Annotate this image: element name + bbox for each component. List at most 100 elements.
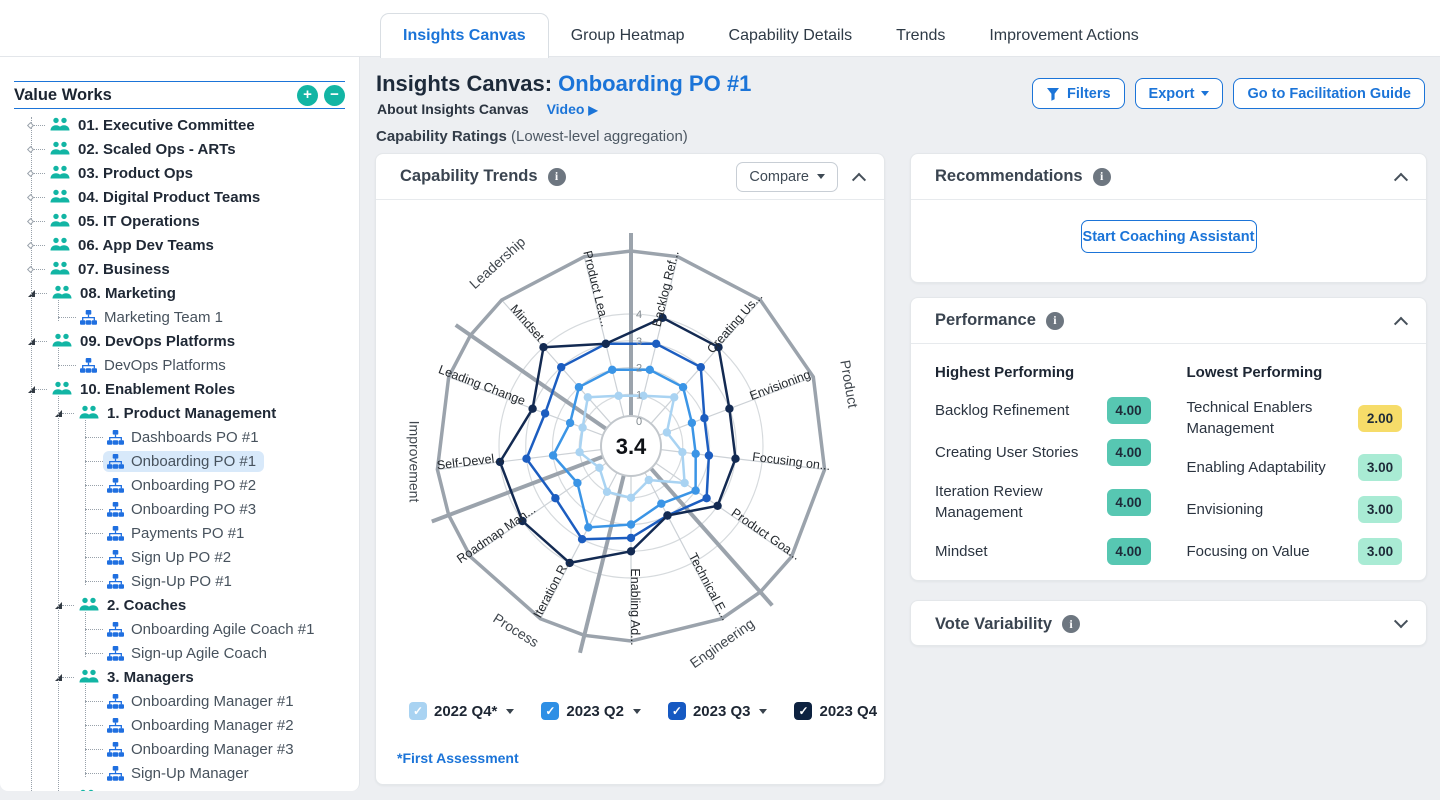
radar-data-point[interactable]: [566, 419, 574, 427]
checkbox-checked-icon[interactable]: ✓: [794, 702, 812, 720]
expanded-marker-icon[interactable]: [55, 602, 62, 609]
tree-item[interactable]: Sign-up Agile Coach: [85, 641, 359, 665]
filters-button[interactable]: Filters: [1032, 78, 1125, 109]
compare-button[interactable]: Compare: [736, 162, 838, 192]
radar-data-point[interactable]: [584, 393, 592, 401]
tab-group-heatmap[interactable]: Group Heatmap: [549, 13, 707, 58]
radar-data-point[interactable]: [557, 363, 565, 371]
radar-data-point[interactable]: [705, 451, 713, 459]
tree-item[interactable]: Onboarding PO #2: [85, 473, 359, 497]
tree-item[interactable]: Payments PO #1: [85, 521, 359, 545]
tree-item-selected[interactable]: Onboarding PO #1: [85, 449, 359, 473]
tree-item[interactable]: 07. Business: [31, 257, 359, 281]
radar-data-point[interactable]: [700, 414, 708, 422]
legend-item-2023-q2[interactable]: ✓2023 Q2: [541, 702, 641, 720]
video-link[interactable]: Video ▶: [547, 101, 598, 117]
tab-trends[interactable]: Trends: [874, 13, 967, 58]
info-icon[interactable]: i: [1046, 312, 1064, 330]
tree-item[interactable]: 2. Coaches: [58, 593, 359, 617]
tree-item[interactable]: 04. Digital Product Teams: [31, 185, 359, 209]
legend-item-2022-q4-[interactable]: ✓2022 Q4*: [409, 702, 514, 720]
info-icon[interactable]: i: [548, 168, 566, 186]
collapsed-marker-icon[interactable]: [27, 241, 34, 248]
collapsed-marker-icon[interactable]: [27, 145, 34, 152]
radar-data-point[interactable]: [731, 455, 739, 463]
tree-item[interactable]: Onboarding Manager #2: [85, 713, 359, 737]
collapse-chevron-icon[interactable]: [852, 172, 866, 186]
radar-data-point[interactable]: [575, 383, 583, 391]
info-icon[interactable]: i: [1093, 168, 1111, 186]
chevron-down-icon[interactable]: [759, 709, 767, 714]
tree-item[interactable]: 1. Product Management: [58, 401, 359, 425]
expanded-marker-icon[interactable]: [28, 290, 35, 297]
collapsed-marker-icon[interactable]: [27, 193, 34, 200]
radar-data-point[interactable]: [645, 476, 653, 484]
tree-item[interactable]: Onboarding Manager #3: [85, 737, 359, 761]
expanded-marker-icon[interactable]: [55, 410, 62, 417]
radar-data-point[interactable]: [663, 511, 671, 519]
radar-data-point[interactable]: [679, 383, 687, 391]
tree-item[interactable]: Dashboards PO #1: [85, 425, 359, 449]
tree-item[interactable]: DevOps Platforms: [58, 353, 359, 377]
radar-data-point[interactable]: [725, 405, 733, 413]
radar-data-point[interactable]: [549, 451, 557, 459]
legend-item-2023-q4[interactable]: ✓2023 Q4: [794, 702, 877, 720]
radar-data-point[interactable]: [627, 520, 635, 528]
collapse-chevron-icon[interactable]: [1394, 172, 1408, 186]
tree-item[interactable]: 3. Managers: [58, 665, 359, 689]
radar-data-point[interactable]: [602, 340, 610, 348]
tree-item[interactable]: 09. DevOps Platforms: [31, 329, 359, 353]
tab-capability-details[interactable]: Capability Details: [707, 13, 875, 58]
radar-data-point[interactable]: [575, 448, 583, 456]
radar-data-point[interactable]: [551, 494, 559, 502]
radar-data-point[interactable]: [670, 393, 678, 401]
radar-data-point[interactable]: [646, 366, 654, 374]
radar-data-point[interactable]: [614, 392, 622, 400]
radar-data-point[interactable]: [541, 409, 549, 417]
radar-data-point[interactable]: [627, 547, 635, 555]
tree-item[interactable]: 10. Enablement Roles: [31, 377, 359, 401]
tree-item[interactable]: 03. Product Ops: [31, 161, 359, 185]
expand-chevron-icon[interactable]: [1394, 614, 1408, 628]
tree-item[interactable]: 01. Executive Committee: [31, 113, 359, 137]
radar-data-point[interactable]: [522, 455, 530, 463]
collapse-chevron-icon[interactable]: [1394, 316, 1408, 330]
radar-data-point[interactable]: [692, 450, 700, 458]
radar-data-point[interactable]: [688, 419, 696, 427]
collapse-all-button[interactable]: −: [324, 85, 345, 106]
collapsed-marker-icon[interactable]: [27, 217, 34, 224]
radar-data-point[interactable]: [603, 488, 611, 496]
tree-item[interactable]: Onboarding PO #3: [85, 497, 359, 521]
radar-data-point[interactable]: [680, 479, 688, 487]
info-icon[interactable]: i: [1062, 615, 1080, 633]
radar-data-point[interactable]: [697, 363, 705, 371]
radar-data-point[interactable]: [528, 405, 536, 413]
start-coaching-assistant-button[interactable]: Start Coaching Assistant: [1081, 220, 1257, 253]
expanded-marker-icon[interactable]: [28, 386, 35, 393]
radar-data-point[interactable]: [584, 523, 592, 531]
collapsed-marker-icon[interactable]: [27, 169, 34, 176]
tree-item[interactable]: Marketing Team 1: [58, 305, 359, 329]
radar-data-point[interactable]: [608, 366, 616, 374]
radar-data-point[interactable]: [595, 464, 603, 472]
tree-item[interactable]: 05. IT Operations: [31, 209, 359, 233]
radar-data-point[interactable]: [702, 494, 710, 502]
tree-item[interactable]: Sign Up PO #2: [85, 545, 359, 569]
tree-item[interactable]: 02. Scaled Ops - ARTs: [31, 137, 359, 161]
checkbox-checked-icon[interactable]: ✓: [409, 702, 427, 720]
expanded-marker-icon[interactable]: [55, 674, 62, 681]
tree-item[interactable]: Sign-Up PO #1: [85, 569, 359, 593]
tab-improvement-actions[interactable]: Improvement Actions: [967, 13, 1160, 58]
tree-item[interactable]: [58, 785, 359, 791]
checkbox-checked-icon[interactable]: ✓: [668, 702, 686, 720]
radar-data-point[interactable]: [713, 502, 721, 510]
radar-data-point[interactable]: [627, 494, 635, 502]
export-button[interactable]: Export: [1135, 78, 1224, 109]
tree-item[interactable]: Onboarding Agile Coach #1: [85, 617, 359, 641]
radar-data-point[interactable]: [657, 500, 665, 508]
tree-item[interactable]: 06. App Dev Teams: [31, 233, 359, 257]
chevron-down-icon[interactable]: [633, 709, 641, 714]
tree-item[interactable]: 08. Marketing: [31, 281, 359, 305]
tree-item[interactable]: Onboarding Manager #1: [85, 689, 359, 713]
radar-data-point[interactable]: [678, 448, 686, 456]
